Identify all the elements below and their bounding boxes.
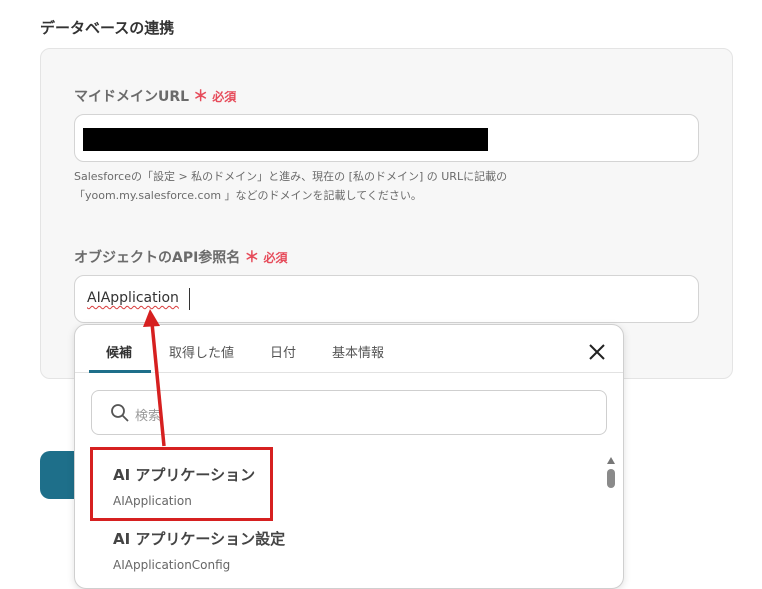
domain-label-text: マイドメインURL: [74, 89, 190, 105]
tab-basic-info[interactable]: 基本情報: [332, 342, 384, 361]
object-field-label: オブジェクトのAPI参照名＊ 必須: [74, 246, 288, 267]
dropdown-tabs: 候補 取得した値 日付 基本情報: [75, 325, 623, 373]
search-input[interactable]: 検索: [91, 390, 607, 435]
required-badge: ＊ 必須: [193, 87, 237, 105]
domain-url-input[interactable]: [74, 114, 699, 162]
section-title: データベースの連携: [40, 19, 175, 37]
scroll-up-arrow-icon[interactable]: [607, 457, 615, 464]
search-placeholder: 検索: [135, 409, 162, 424]
annotation-highlight-box: [90, 447, 273, 521]
required-text: 必須: [263, 251, 288, 265]
object-api-name-value: AIApplication: [87, 290, 179, 306]
text-caret: [189, 288, 190, 310]
scroll-thumb[interactable]: [607, 469, 615, 488]
option-subtitle: AIApplicationConfig: [113, 558, 231, 572]
scrollbar[interactable]: [605, 455, 617, 588]
option-title: AI アプリケーション設定: [113, 530, 286, 548]
required-text: 必須: [212, 90, 237, 104]
hint-line-2: 「yoom.my.salesforce.com 」などのドメインを記載してくださ…: [74, 189, 422, 202]
tab-candidates[interactable]: 候補: [106, 342, 132, 361]
close-icon[interactable]: [587, 342, 607, 362]
hint-line-1: Salesforceの「設定 > 私のドメイン」と進み、現在の [私のドメイン]…: [74, 170, 508, 183]
tab-fetched-values[interactable]: 取得した値: [169, 342, 234, 361]
required-asterisk: ＊: [193, 87, 209, 105]
domain-hint: Salesforceの「設定 > 私のドメイン」と進み、現在の [私のドメイン]…: [74, 167, 634, 205]
required-badge: ＊ 必須: [244, 248, 288, 266]
object-api-name-input[interactable]: AIApplication: [74, 275, 699, 323]
required-asterisk: ＊: [244, 248, 260, 266]
search-icon: [111, 404, 129, 422]
object-label-text: オブジェクトのAPI参照名: [74, 250, 241, 266]
redacted-value: [83, 128, 488, 151]
domain-field-label: マイドメインURL ＊ 必須: [74, 85, 236, 106]
tab-date[interactable]: 日付: [270, 342, 296, 361]
active-tab-indicator: [89, 370, 151, 373]
option-ai-application-config[interactable]: AI アプリケーション設定 AIApplicationConfig: [113, 528, 285, 572]
